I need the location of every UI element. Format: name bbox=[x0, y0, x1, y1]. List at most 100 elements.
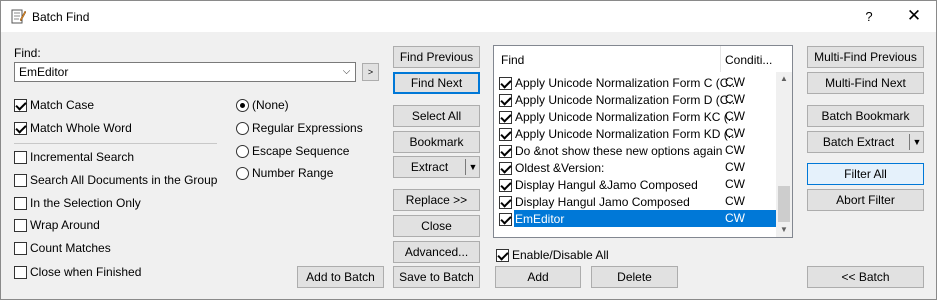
checkbox-checked-icon[interactable] bbox=[499, 76, 512, 90]
enable-disable-all-checkbox[interactable]: Enable/Disable All bbox=[496, 247, 609, 263]
mode-number-range-label: Number Range bbox=[252, 166, 334, 180]
select-all-button[interactable]: Select All bbox=[393, 105, 480, 127]
radio-icon[interactable] bbox=[236, 121, 249, 135]
bookmark-button[interactable]: Bookmark bbox=[393, 131, 480, 153]
checkbox-checked-icon[interactable] bbox=[499, 161, 512, 175]
list-item-find: Apply Unicode Normalization Form KD (... bbox=[515, 127, 738, 141]
list-item-find: EmEditor bbox=[515, 212, 565, 226]
dropdown-arrow-icon[interactable]: ▼ bbox=[910, 132, 924, 152]
count-matches-label: Count Matches bbox=[30, 241, 111, 255]
mode-escape-label: Escape Sequence bbox=[252, 144, 350, 158]
delete-button[interactable]: Delete bbox=[591, 266, 678, 288]
add-to-batch-button[interactable]: Add to Batch bbox=[297, 266, 384, 288]
list-item[interactable]: Display Hangul &Jamo Composed CW bbox=[494, 176, 776, 193]
vertical-scrollbar[interactable]: ▲ ▼ bbox=[776, 72, 792, 237]
batch-toggle-button[interactable]: << Batch bbox=[807, 266, 924, 288]
close-window-icon[interactable]: ✕ bbox=[896, 1, 932, 32]
chevron-down-icon[interactable]: ⌵ bbox=[338, 63, 355, 81]
scroll-up-icon[interactable]: ▲ bbox=[776, 72, 792, 86]
mode-number-range-radio[interactable]: Number Range bbox=[236, 165, 333, 181]
radio-icon[interactable] bbox=[236, 144, 249, 158]
filter-all-button[interactable]: Filter All bbox=[807, 163, 924, 185]
mode-regex-label: Regular Expressions bbox=[252, 121, 363, 135]
checkbox-checked-icon[interactable] bbox=[14, 121, 27, 135]
radio-selected-icon[interactable] bbox=[236, 98, 249, 112]
batch-find-dialog: Batch Find ? ✕ Find: EmEditor ⌵ > Match … bbox=[0, 0, 937, 300]
list-item[interactable]: Oldest &Version: CW bbox=[494, 159, 776, 176]
checkbox-checked-icon[interactable] bbox=[499, 127, 512, 141]
list-item[interactable]: Do &not show these new options again CW bbox=[494, 142, 776, 159]
checkbox-icon[interactable] bbox=[14, 218, 27, 232]
search-all-docs-checkbox[interactable]: Search All Documents in the Group bbox=[14, 172, 217, 188]
radio-icon[interactable] bbox=[236, 166, 249, 180]
extract-split-button[interactable]: Extract ▼ bbox=[393, 156, 480, 178]
checkbox-icon[interactable] bbox=[14, 196, 27, 210]
checkbox-checked-icon[interactable] bbox=[496, 248, 509, 262]
find-combobox[interactable]: EmEditor ⌵ bbox=[14, 62, 356, 82]
match-whole-word-checkbox[interactable]: Match Whole Word bbox=[14, 120, 132, 136]
help-button[interactable]: ? bbox=[854, 1, 884, 32]
checkbox-icon[interactable] bbox=[14, 173, 27, 187]
column-divider[interactable] bbox=[720, 46, 721, 72]
mode-none-radio[interactable]: (None) bbox=[236, 97, 289, 113]
checkbox-checked-icon[interactable] bbox=[499, 110, 512, 124]
scrollbar-thumb[interactable] bbox=[778, 186, 790, 222]
multi-find-previous-button[interactable]: Multi-Find Previous bbox=[807, 46, 924, 68]
find-input[interactable]: EmEditor bbox=[19, 65, 68, 79]
add-button[interactable]: Add bbox=[495, 266, 581, 288]
match-whole-word-label: Match Whole Word bbox=[30, 121, 132, 135]
batch-extract-button-label[interactable]: Batch Extract bbox=[808, 132, 909, 152]
checkbox-checked-icon[interactable] bbox=[14, 98, 27, 112]
list-item-selected[interactable]: EmEditor CW bbox=[494, 210, 776, 227]
scroll-down-icon[interactable]: ▼ bbox=[776, 223, 792, 237]
mode-escape-radio[interactable]: Escape Sequence bbox=[236, 143, 349, 159]
advanced-button[interactable]: Advanced... bbox=[393, 241, 480, 263]
list-item[interactable]: Apply Unicode Normalization Form D (C...… bbox=[494, 91, 776, 108]
save-to-batch-button[interactable]: Save to Batch bbox=[393, 266, 480, 288]
wrap-around-checkbox[interactable]: Wrap Around bbox=[14, 217, 100, 233]
app-icon bbox=[11, 9, 26, 24]
checkbox-checked-icon[interactable] bbox=[499, 212, 512, 226]
find-label: Find: bbox=[14, 46, 41, 60]
list-item[interactable]: Apply Unicode Normalization Form KD (...… bbox=[494, 125, 776, 142]
mode-regex-radio[interactable]: Regular Expressions bbox=[236, 120, 363, 136]
count-matches-checkbox[interactable]: Count Matches bbox=[14, 240, 111, 256]
checkbox-checked-icon[interactable] bbox=[499, 178, 512, 192]
list-item[interactable]: Apply Unicode Normalization Form KC (...… bbox=[494, 108, 776, 125]
batch-list[interactable]: Find Conditi... Apply Unicode Normalizat… bbox=[493, 45, 793, 238]
close-when-finished-checkbox[interactable]: Close when Finished bbox=[14, 264, 141, 280]
batch-extract-split-button[interactable]: Batch Extract ▼ bbox=[807, 131, 924, 153]
list-item-condition: CW bbox=[725, 211, 745, 225]
dropdown-arrow-icon[interactable]: ▼ bbox=[466, 157, 480, 177]
list-item-find: Apply Unicode Normalization Form C (C... bbox=[515, 76, 739, 90]
close-button[interactable]: Close bbox=[393, 215, 480, 237]
abort-filter-button[interactable]: Abort Filter bbox=[807, 189, 924, 211]
incremental-search-checkbox[interactable]: Incremental Search bbox=[14, 149, 134, 165]
find-previous-button[interactable]: Find Previous bbox=[393, 46, 480, 68]
list-item-find: Display Hangul &Jamo Composed bbox=[515, 178, 698, 192]
list-item-condition: CW bbox=[725, 143, 745, 157]
replace-button[interactable]: Replace >> bbox=[393, 189, 480, 211]
checkbox-checked-icon[interactable] bbox=[499, 93, 512, 107]
checkbox-checked-icon[interactable] bbox=[499, 144, 512, 158]
list-item-condition: CW bbox=[725, 92, 745, 106]
enable-disable-all-label: Enable/Disable All bbox=[512, 248, 609, 262]
extract-button-label[interactable]: Extract bbox=[394, 157, 465, 177]
checkbox-icon[interactable] bbox=[14, 150, 27, 164]
batch-bookmark-button[interactable]: Batch Bookmark bbox=[807, 105, 924, 127]
list-item[interactable]: Apply Unicode Normalization Form C (C...… bbox=[494, 74, 776, 91]
list-item[interactable]: Display Hangul Jamo Composed CW bbox=[494, 193, 776, 210]
column-header-find[interactable]: Find bbox=[501, 53, 524, 67]
find-next-button[interactable]: Find Next bbox=[393, 72, 480, 94]
in-selection-checkbox[interactable]: In the Selection Only bbox=[14, 195, 141, 211]
incremental-search-label: Incremental Search bbox=[30, 150, 135, 164]
list-item-condition: CW bbox=[725, 177, 745, 191]
checkbox-checked-icon[interactable] bbox=[499, 195, 512, 209]
match-case-checkbox[interactable]: Match Case bbox=[14, 97, 94, 113]
expand-menu-button[interactable]: > bbox=[362, 63, 379, 81]
multi-find-next-button[interactable]: Multi-Find Next bbox=[807, 72, 924, 94]
checkbox-icon[interactable] bbox=[14, 265, 27, 279]
checkbox-icon[interactable] bbox=[14, 241, 27, 255]
list-item-find: Apply Unicode Normalization Form KC (... bbox=[515, 110, 738, 124]
column-header-condition[interactable]: Conditi... bbox=[725, 53, 772, 67]
